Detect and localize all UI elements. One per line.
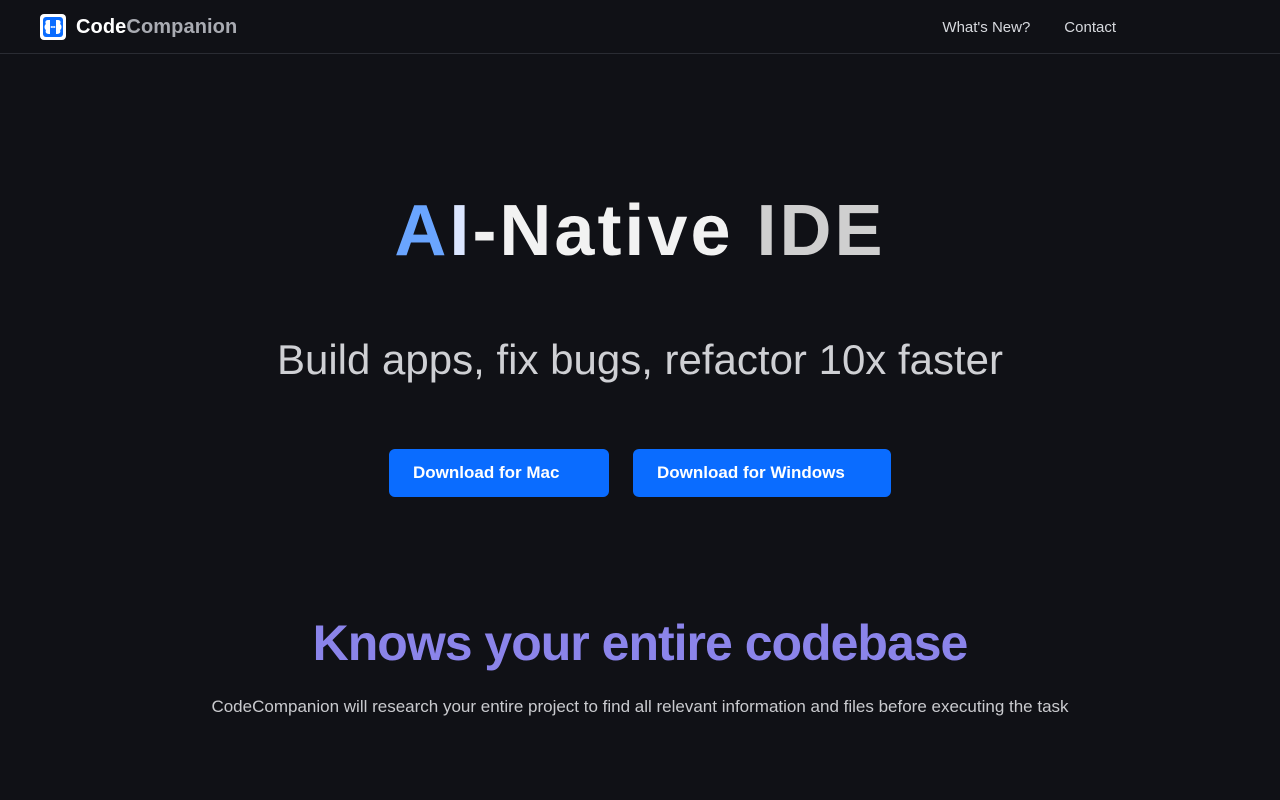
hero-title: AI-Native IDE bbox=[0, 186, 1280, 276]
hero-subtitle: Build apps, fix bugs, refactor 10x faste… bbox=[276, 336, 1004, 383]
brand-name-part1: Code bbox=[76, 16, 127, 38]
nav-link-whats-new[interactable]: What's New? bbox=[942, 18, 1030, 38]
brand-logo-link[interactable]: CodeCompanion bbox=[40, 14, 237, 40]
brain-chip-icon bbox=[40, 14, 66, 40]
hero-title-a: A bbox=[394, 191, 450, 271]
section-title: Knows your entire codebase bbox=[312, 615, 969, 671]
nav-link-contact[interactable]: Contact bbox=[1064, 18, 1116, 38]
hero-title-ide: IDE bbox=[756, 191, 886, 271]
brand-name: CodeCompanion bbox=[76, 14, 237, 40]
section-description: CodeCompanion will research your entire … bbox=[211, 697, 1069, 716]
hero-title-native: -Native bbox=[472, 191, 757, 271]
hero-title-i: I bbox=[449, 191, 473, 271]
top-nav: CodeCompanion What's New? Contact bbox=[0, 0, 1280, 54]
download-windows-button[interactable]: Download for Windows bbox=[633, 449, 891, 497]
nav-links: What's New? Contact bbox=[942, 18, 1116, 38]
brand-name-part2: Companion bbox=[126, 16, 238, 38]
download-mac-button[interactable]: Download for Mac bbox=[389, 449, 609, 497]
